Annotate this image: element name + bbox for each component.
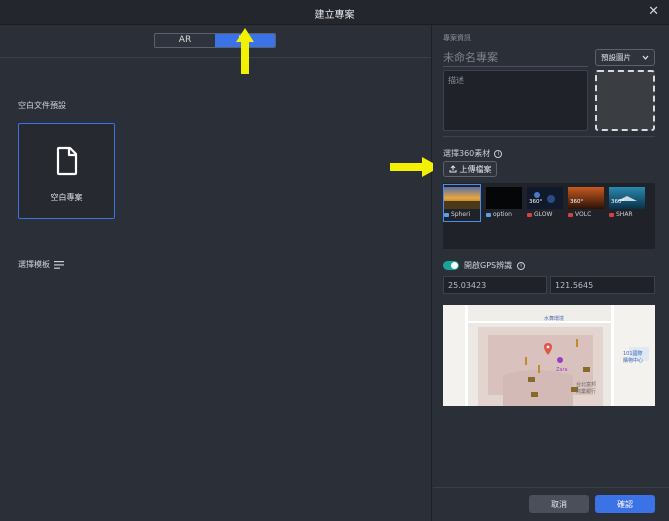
gps-label: 開啟GPS辨識: [464, 261, 513, 270]
thumbnail-badge: 360°: [570, 199, 584, 205]
info-icon[interactable]: i: [494, 149, 503, 158]
blank-project-label: 空白專案: [50, 193, 83, 202]
dialog-footer: 取消 確認: [433, 487, 669, 521]
sphere-icon: [486, 212, 491, 217]
video-icon: [527, 212, 532, 217]
mode-switch: AR VR: [154, 33, 276, 48]
template-pane: AR VR 空白文件預設 空白專案 選擇模板: [0, 25, 432, 521]
divider: [443, 136, 655, 137]
divider: [0, 57, 431, 58]
upload-label: 上傳檔案: [459, 164, 492, 174]
map-canvas: 水舞環境 Zara 台北富邦 商業銀行 101國際 購物中心: [443, 305, 655, 406]
map-label: 商業銀行: [576, 388, 596, 395]
cancel-button[interactable]: 取消: [529, 495, 589, 513]
blank-project-card[interactable]: 空白專案: [18, 123, 115, 219]
document-icon: [56, 146, 78, 176]
preset-image-label: 預設圖片: [601, 53, 631, 62]
project-info-heading: 專案資訊: [443, 34, 471, 42]
asset-thumbnail[interactable]: 360° VOLC: [568, 185, 604, 221]
asset-thumbnail[interactable]: option: [486, 185, 522, 221]
upload-button[interactable]: 上傳檔案: [443, 161, 497, 177]
map-label: Zara: [556, 367, 568, 373]
close-icon[interactable]: ✕: [648, 4, 659, 19]
project-name-input[interactable]: [443, 49, 588, 67]
thumbnail-label: VOLC: [575, 211, 592, 218]
longitude-field[interactable]: [550, 276, 655, 294]
template-section-heading[interactable]: 選擇模板: [18, 259, 64, 270]
upload-icon: [449, 165, 456, 173]
asset-thumbnail[interactable]: Spheri: [443, 184, 481, 222]
thumbnail-badge: 360°: [529, 199, 543, 205]
asset-heading-text: 選擇360素材: [443, 149, 491, 158]
asset-thumbnail-list: Spheri option 360° GLOW 360° VOLC 360° S…: [443, 183, 655, 249]
thumbnail-image: [486, 187, 522, 209]
video-icon: [568, 212, 573, 217]
map-label: 101國際: [623, 350, 643, 357]
annotation-arrow-up-icon: [236, 28, 254, 74]
thumbnail-label: GLOW: [534, 211, 553, 218]
latitude-field[interactable]: [443, 276, 547, 294]
thumbnail-label: option: [493, 211, 512, 218]
thumbnail-image: [609, 187, 645, 209]
template-heading-text: 選擇模板: [18, 260, 50, 269]
info-icon[interactable]: i: [517, 261, 526, 270]
thumbnail-image: [444, 187, 480, 209]
gps-toggle[interactable]: [443, 261, 459, 270]
window-title: 建立專案: [314, 10, 355, 21]
thumbnail-label: Spheri: [451, 211, 471, 218]
location-map[interactable]: 水舞環境 Zara 台北富邦 商業銀行 101國際 購物中心: [443, 305, 655, 406]
thumbnail-image: [527, 187, 563, 209]
preset-image-dropdown[interactable]: 預設圖片: [595, 49, 655, 66]
asset-thumbnail[interactable]: 360° GLOW: [527, 185, 563, 221]
gps-row: 開啟GPS辨識 i: [443, 260, 526, 271]
cover-image-dropzone[interactable]: [595, 70, 655, 131]
confirm-button[interactable]: 確認: [595, 495, 655, 513]
chevron-down-icon: [642, 55, 649, 60]
title-bar: 建立專案 ✕: [0, 0, 669, 25]
asset-thumbnail[interactable]: 360° SHAR: [609, 185, 645, 221]
project-settings-pane: 專案資訊 預設圖片 選擇360素材 i 上傳檔案 Spheri option: [433, 25, 669, 521]
map-label: 購物中心: [623, 357, 643, 364]
map-label: 水舞環境: [544, 315, 564, 322]
thumbnail-image: [568, 187, 604, 209]
sort-lines-icon: [54, 260, 64, 269]
video-icon: [609, 212, 614, 217]
description-field[interactable]: [443, 70, 588, 131]
thumbnail-badge: 360°: [611, 199, 625, 205]
asset-section-heading: 選擇360素材 i: [443, 148, 503, 159]
tab-ar[interactable]: AR: [155, 34, 215, 47]
map-label: 台北富邦: [576, 381, 596, 388]
blank-section-heading: 空白文件預設: [18, 101, 66, 110]
sphere-icon: [444, 212, 449, 217]
thumbnail-label: SHAR: [616, 211, 633, 218]
